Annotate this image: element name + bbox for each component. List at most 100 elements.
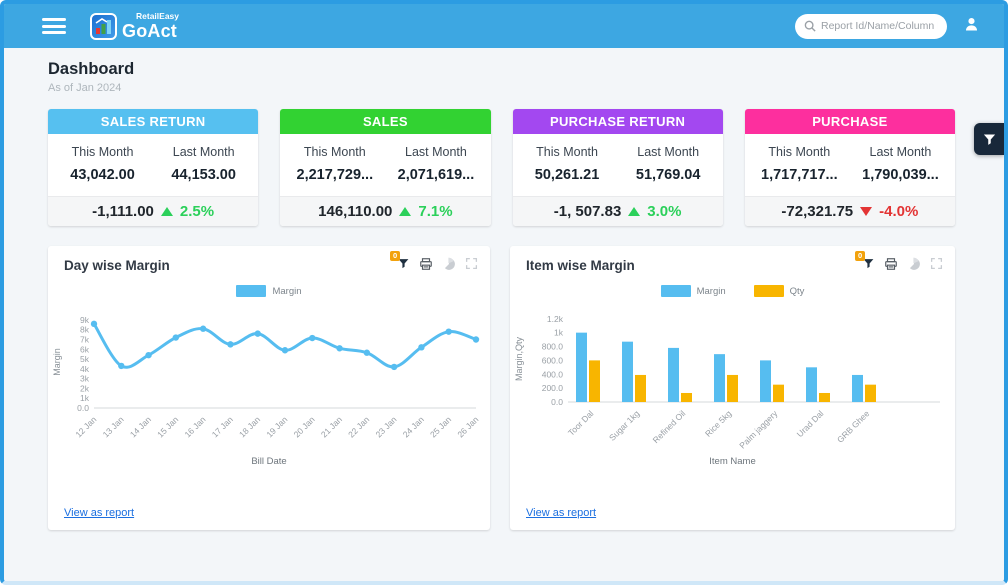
svg-text:16 Jan: 16 Jan	[182, 414, 207, 439]
page-subtitle: As of Jan 2024	[48, 82, 1004, 94]
app-window: RetailEasy GoAct Dashboard As of Jan 202…	[0, 0, 1008, 585]
svg-text:7k: 7k	[80, 334, 90, 344]
this-month-value: 43,042.00	[52, 167, 153, 183]
day-wise-margin-line-chart[interactable]: 0.01k2k3k4k5k6k7k8k9kMargin12 Jan13 Jan1…	[48, 302, 490, 460]
this-month-label: This Month	[284, 145, 385, 159]
svg-text:1k: 1k	[554, 328, 564, 338]
global-filter-button[interactable]	[974, 123, 1004, 155]
svg-text:Urad Dal: Urad Dal	[795, 408, 826, 439]
kpi-title: SALES	[280, 109, 490, 134]
chart-legend: Margin	[48, 280, 490, 302]
search-input[interactable]	[821, 20, 938, 32]
panel-item-wise-margin: Item wise Margin 0	[510, 246, 955, 530]
x-axis-title: Bill Date	[48, 456, 490, 467]
expand-icon[interactable]	[930, 257, 943, 273]
brand-name-big: GoAct	[122, 22, 179, 40]
filter-count-badge: 0	[855, 251, 865, 261]
last-month-label: Last Month	[385, 145, 486, 159]
svg-text:Margin,Qty: Margin,Qty	[514, 336, 524, 381]
kpi-percent: 3.0%	[647, 203, 681, 220]
brand-logo: RetailEasy GoAct	[90, 12, 179, 40]
user-icon[interactable]	[963, 16, 980, 36]
kpi-diff-value: -1,111.00	[92, 203, 154, 220]
this-month-value: 1,717,717...	[749, 167, 850, 183]
legend-swatch	[754, 285, 784, 297]
kpi-card-purchase-return: PURCHASE RETURN This Month50,261.21 Last…	[513, 109, 723, 226]
this-month-label: This Month	[517, 145, 618, 159]
legend-item[interactable]: Margin	[236, 285, 301, 297]
svg-text:Margin: Margin	[52, 348, 62, 376]
legend-swatch	[661, 285, 691, 297]
svg-text:23 Jan: 23 Jan	[373, 414, 398, 439]
expand-icon[interactable]	[465, 257, 478, 273]
last-month-label: Last Month	[618, 145, 719, 159]
trend-arrow-icon	[628, 207, 640, 216]
pie-chart-icon[interactable]	[907, 257, 921, 273]
svg-text:400.0: 400.0	[542, 369, 564, 379]
svg-text:13 Jan: 13 Jan	[101, 414, 126, 439]
legend-item[interactable]: Margin	[661, 285, 726, 297]
kpi-row: SALES RETURN This Month 43,042.00 Last Mo…	[48, 109, 955, 226]
item-wise-margin-bar-chart[interactable]: 0.0200.0400.0600.0800.01k1.2kMargin,QtyT…	[510, 302, 955, 460]
svg-text:Toor Dal: Toor Dal	[566, 408, 596, 438]
kpi-title: SALES RETURN	[48, 109, 258, 134]
search-icon	[804, 20, 816, 32]
svg-text:GRB Ghee: GRB Ghee	[835, 408, 872, 445]
svg-text:1.2k: 1.2k	[547, 314, 564, 324]
svg-text:1k: 1k	[80, 393, 90, 403]
svg-text:19 Jan: 19 Jan	[264, 414, 289, 439]
print-icon[interactable]	[884, 257, 898, 273]
logo-bar-chart-icon	[90, 13, 117, 40]
svg-text:4k: 4k	[80, 364, 90, 374]
kpi-diff-value: -72,321.75	[781, 203, 853, 220]
svg-text:600.0: 600.0	[542, 355, 564, 365]
kpi-title: PURCHASE	[745, 109, 955, 134]
last-month-value: 51,769.04	[618, 167, 719, 183]
kpi-percent: 7.1%	[418, 203, 452, 220]
svg-text:800.0: 800.0	[542, 342, 564, 352]
svg-text:5k: 5k	[80, 354, 90, 364]
view-as-report-link[interactable]: View as report	[64, 507, 134, 519]
kpi-percent: 2.5%	[180, 203, 214, 220]
x-axis-title: Item Name	[510, 456, 955, 467]
charts-row: Day wise Margin 0	[48, 246, 1004, 530]
menu-icon[interactable]	[42, 18, 66, 34]
view-as-report-link[interactable]: View as report	[526, 507, 596, 519]
svg-text:Sugar 1kg: Sugar 1kg	[607, 408, 642, 443]
topbar: RetailEasy GoAct	[4, 4, 1004, 48]
svg-text:2k: 2k	[80, 383, 90, 393]
svg-text:200.0: 200.0	[542, 383, 564, 393]
legend-label: Margin	[697, 286, 726, 297]
last-month-label: Last Month	[850, 145, 951, 159]
kpi-diff-value: 146,110.00	[318, 203, 392, 220]
svg-text:Palm jaggery: Palm jaggery	[737, 408, 780, 451]
panel-day-wise-margin: Day wise Margin 0	[48, 246, 490, 530]
legend-label: Qty	[790, 286, 805, 297]
chart-legend: Margin Qty	[510, 280, 955, 302]
svg-text:3k: 3k	[80, 374, 90, 384]
page-title: Dashboard	[48, 60, 1004, 79]
svg-text:24 Jan: 24 Jan	[401, 414, 426, 439]
legend-label: Margin	[272, 286, 301, 297]
this-month-label: This Month	[749, 145, 850, 159]
svg-text:18 Jan: 18 Jan	[237, 414, 262, 439]
filter-count-badge: 0	[390, 251, 400, 261]
svg-text:12 Jan: 12 Jan	[73, 414, 98, 439]
svg-text:22 Jan: 22 Jan	[346, 414, 371, 439]
svg-text:15 Jan: 15 Jan	[155, 414, 180, 439]
filter-icon[interactable]: 0	[397, 257, 410, 273]
svg-text:Rice 5kg: Rice 5kg	[703, 408, 734, 439]
trend-arrow-icon	[860, 207, 872, 216]
svg-text:14 Jan: 14 Jan	[128, 414, 153, 439]
svg-text:21 Jan: 21 Jan	[319, 414, 344, 439]
kpi-percent: -4.0%	[879, 203, 918, 220]
legend-item[interactable]: Qty	[754, 285, 805, 297]
filter-icon[interactable]: 0	[862, 257, 875, 273]
kpi-card-sales-return: SALES RETURN This Month43,042.00 Last Mo…	[48, 109, 258, 226]
svg-text:26 Jan: 26 Jan	[455, 414, 480, 439]
pie-chart-icon[interactable]	[442, 257, 456, 273]
last-month-value: 2,071,619...	[385, 167, 486, 183]
svg-text:25 Jan: 25 Jan	[428, 414, 453, 439]
report-search	[795, 14, 947, 39]
print-icon[interactable]	[419, 257, 433, 273]
